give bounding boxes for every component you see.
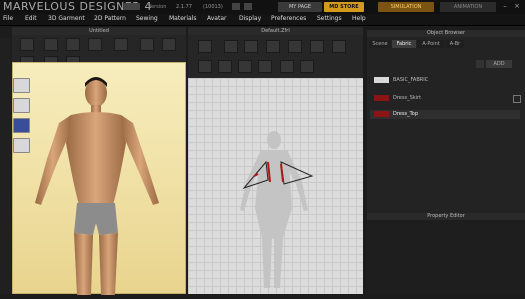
build-number: (10013) — [203, 4, 223, 10]
fold-tool-icon[interactable] — [88, 38, 102, 51]
select-mesh-icon[interactable] — [20, 38, 34, 51]
fabric-list-item[interactable]: BASIC_FABRIC — [370, 76, 520, 85]
menu-materials[interactable]: Materials — [169, 15, 197, 22]
menu-file[interactable]: File — [3, 15, 13, 22]
circle-tool-icon[interactable] — [288, 40, 302, 53]
measure-tool-icon[interactable] — [162, 38, 176, 51]
edit-point-icon[interactable] — [224, 40, 238, 53]
avatar-silhouette — [240, 131, 314, 288]
fabric-swatch — [374, 111, 389, 117]
fabric-swatch — [374, 77, 389, 83]
view3d-title: Untitled — [12, 28, 186, 35]
help-icon[interactable] — [232, 3, 240, 10]
transform-pattern-icon[interactable] — [198, 40, 212, 53]
fabric-name: Dress_Skirt — [393, 95, 422, 101]
menu-help[interactable]: Help — [352, 15, 366, 22]
view3d-viewport[interactable] — [12, 62, 186, 295]
internal-line-icon[interactable] — [310, 40, 324, 53]
menu-edit[interactable]: Edit — [25, 15, 37, 22]
object-browser-title: Object Browser — [367, 30, 525, 37]
texture-display-icon[interactable] — [13, 98, 30, 113]
tab-scene[interactable]: Scene — [369, 40, 391, 48]
pin-tool-icon[interactable] — [114, 38, 128, 51]
avatar-tool-icon[interactable] — [140, 38, 154, 51]
menu-preferences[interactable]: Preferences — [271, 15, 306, 22]
property-editor-panel — [367, 220, 525, 294]
menu-display[interactable]: Display — [239, 15, 261, 22]
simulation-mode-button[interactable]: SIMULATION — [378, 2, 434, 12]
fabric-list-item[interactable]: Dress_Skirt — [370, 94, 520, 103]
animation-mode-button[interactable]: ANIMATION — [440, 2, 496, 12]
fabric-list-item[interactable]: Dress_Top — [370, 110, 520, 119]
fabric-display-icon[interactable] — [13, 118, 30, 133]
avatar-figure — [35, 77, 159, 295]
avatar-head-icon[interactable] — [13, 138, 30, 153]
move-tool-icon[interactable] — [44, 38, 58, 51]
fabric-swatch — [374, 95, 389, 101]
tab-fabric[interactable]: Fabric — [392, 40, 416, 48]
info-icon[interactable] — [244, 3, 252, 10]
rectangle-tool-icon[interactable] — [266, 40, 280, 53]
add-fabric-button[interactable]: ADD — [486, 60, 512, 68]
view3d-side-icons — [13, 78, 31, 158]
avatar-display-icon[interactable] — [13, 78, 30, 93]
menu-settings[interactable]: Settings — [317, 15, 342, 22]
tab-a-point[interactable]: A-Point — [417, 40, 445, 48]
menu-sewing[interactable]: Sewing — [136, 15, 158, 22]
fabric-name: Dress_Top — [393, 111, 419, 117]
property-editor-title: Property Editor — [367, 213, 525, 220]
options-icon[interactable] — [476, 60, 484, 68]
tab-a-br[interactable]: A-Br — [446, 40, 464, 48]
logo-badge-icon — [124, 3, 140, 10]
my-page-button[interactable]: MY PAGE — [278, 2, 322, 12]
fabric-edit-icon[interactable] — [300, 60, 314, 73]
view2d-pattern-window[interactable] — [188, 78, 363, 294]
menu-3d-garment[interactable]: 3D Garment — [48, 15, 85, 22]
polygon-tool-icon[interactable] — [244, 40, 258, 53]
dart-tool-icon[interactable] — [332, 40, 346, 53]
left-tool-strip — [0, 38, 11, 294]
texture-tool-icon[interactable] — [280, 60, 294, 73]
fabric-checkbox[interactable] — [513, 95, 521, 103]
version-label: Version — [148, 4, 167, 10]
edit-sewing-icon[interactable] — [238, 60, 252, 73]
view2d-title: Default.Zfrl — [188, 28, 363, 35]
version-number: 2.1.77 — [176, 4, 192, 10]
free-sewing-icon[interactable] — [218, 60, 232, 73]
fabric-name: BASIC_FABRIC — [393, 77, 429, 83]
garment-tool-icon[interactable] — [66, 38, 80, 51]
tack-2d-icon[interactable] — [258, 60, 272, 73]
minimize-icon[interactable]: – — [500, 2, 510, 11]
md-store-button[interactable]: MD STORE — [324, 2, 364, 12]
menu-2d-pattern[interactable]: 2D Pattern — [94, 15, 126, 22]
close-icon[interactable]: × — [512, 2, 522, 11]
menu-avatar[interactable]: Avatar — [207, 15, 226, 22]
segment-sewing-icon[interactable] — [198, 60, 212, 73]
